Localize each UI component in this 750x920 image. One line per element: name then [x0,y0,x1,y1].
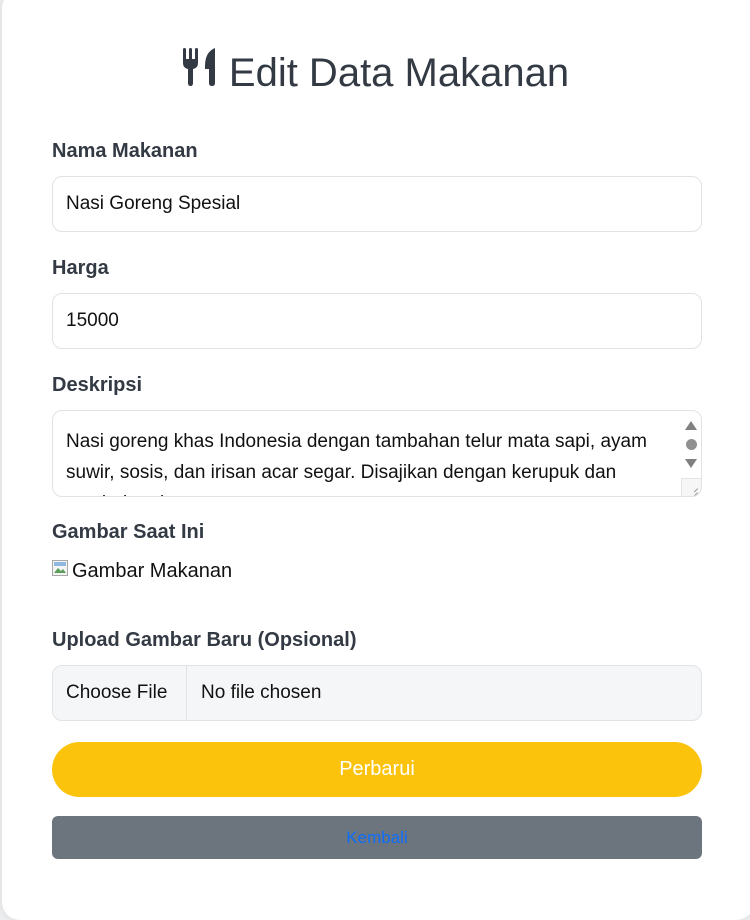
page-title-text: Edit Data Makanan [228,51,570,95]
image-alt-text: Gambar Makanan [72,559,233,582]
file-upload-input[interactable]: Choose File No file chosen [52,665,702,721]
back-button[interactable]: Kembali [52,816,702,859]
scroll-up-arrow-icon[interactable] [685,421,697,430]
scroll-thumb[interactable] [686,439,697,450]
name-label: Nama Makanan [52,140,198,162]
current-food-image: Gambar Makanan [52,558,232,584]
upload-label: Upload Gambar Baru (Opsional) [52,629,357,651]
current-image-label: Gambar Saat Ini [52,521,205,543]
name-input[interactable]: Nasi Goreng Spesial [52,176,702,232]
broken-image-icon [52,560,68,576]
update-button[interactable]: Perbarui [52,742,702,797]
choose-file-button[interactable]: Choose File [53,666,187,720]
price-label: Harga [52,257,109,279]
price-input[interactable]: 15000 [52,293,702,349]
description-text: Nasi goreng khas Indonesia dengan tambah… [66,431,647,496]
description-label: Deskripsi [52,374,143,396]
resize-handle-icon[interactable] [681,478,701,496]
file-status-text: No file chosen [201,682,322,703]
scroll-down-arrow-icon[interactable] [685,459,697,468]
description-textarea[interactable]: Nasi goreng khas Indonesia dengan tambah… [52,410,702,497]
page-title: Edit Data Makanan [0,48,750,100]
utensils-icon [181,46,219,96]
